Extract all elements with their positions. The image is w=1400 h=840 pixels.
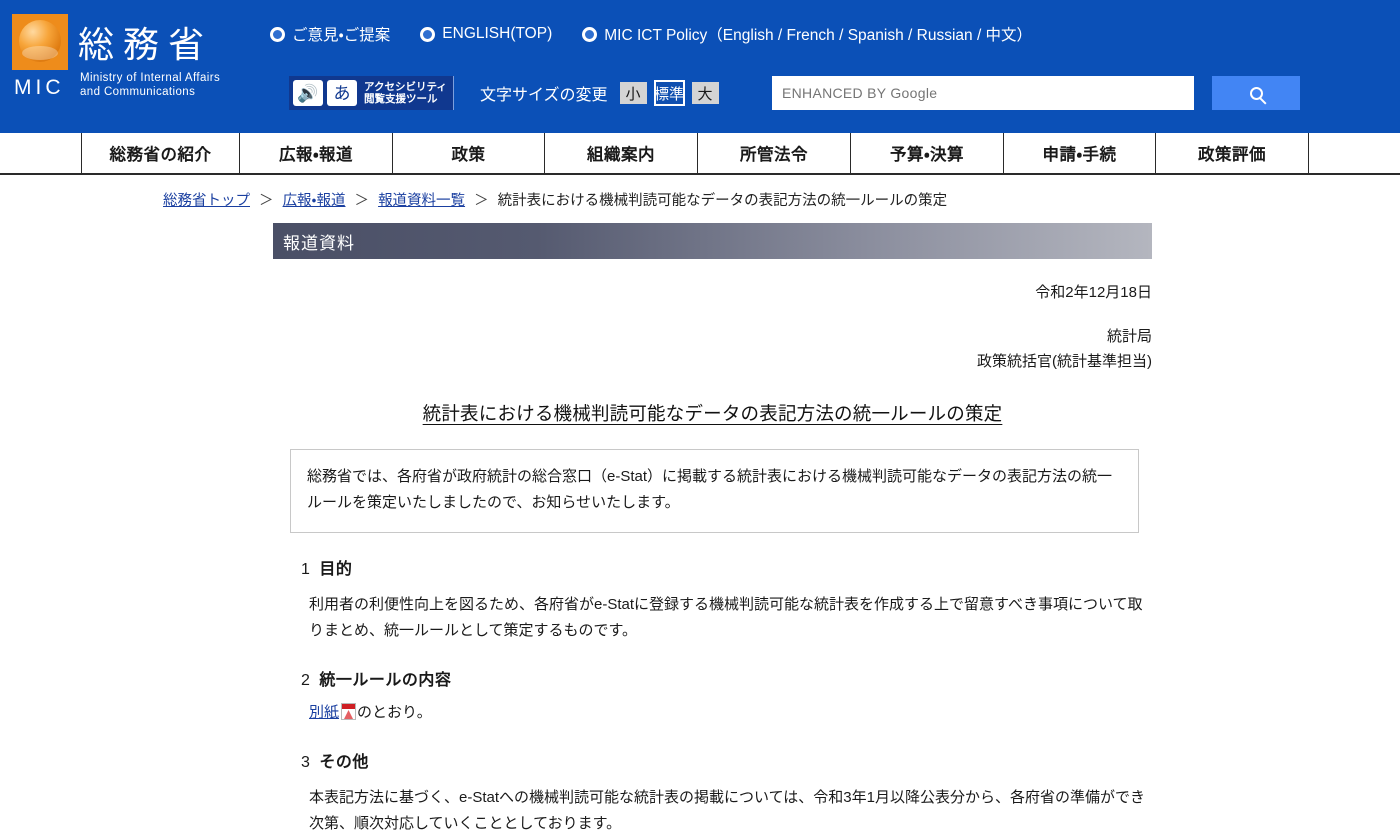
bullet-icon: [582, 26, 598, 42]
header-top-links: ご意見・ご提案 ENGLISH(TOP) MIC ICT Policy（Engl…: [270, 18, 1062, 50]
global-navigation: 総務省の紹介 広報・報道 政策 組織案内 所管法令 予算・決算 申請・手続 政策…: [0, 133, 1400, 175]
page-title-text: 統計表における機械判読可能なデータの表記方法の統一ルールの策定: [422, 403, 1003, 424]
breadcrumb-item-press-list[interactable]: 報道資料一覧: [378, 193, 465, 209]
breadcrumb-item-top[interactable]: 総務省トップ: [163, 193, 250, 209]
issuer-officer: 政策統括官(統計基準担当): [977, 353, 1152, 370]
section-heading-1: 1 目的: [301, 555, 1400, 579]
top-link-opinions[interactable]: ご意見・ご提案: [270, 23, 390, 45]
nav-item-laws[interactable]: 所管法令: [697, 133, 850, 173]
site-header: MIC 総務省 Ministry of Internal Affairs and…: [0, 0, 1400, 133]
breadcrumb-separator: ＞: [259, 193, 274, 209]
accessibility-tool-label: アクセシビリティ 閲覧支援ツール: [361, 81, 447, 105]
site-search: [772, 76, 1300, 110]
breadcrumb-item-press[interactable]: 広報・報道: [283, 193, 346, 209]
section-number-3: 3: [301, 754, 311, 771]
section-heading-3: 3 その他: [301, 748, 1400, 772]
search-button[interactable]: [1212, 76, 1300, 110]
site-logo[interactable]: MIC 総務省 Ministry of Internal Affairs and…: [10, 14, 235, 106]
logo-ministry-jp: 総務省: [78, 24, 214, 65]
nav-item-evaluation[interactable]: 政策評価: [1155, 133, 1308, 173]
breadcrumb: 総務省トップ ＞ 広報・報道 ＞ 報道資料一覧 ＞ 統計表における機械判読可能な…: [0, 175, 1400, 210]
issuer-bureau: 統計局: [1106, 328, 1152, 345]
top-link-ict-policy[interactable]: MIC ICT Policy（English / French / Spanis…: [582, 23, 1032, 45]
search-icon: [1249, 86, 1263, 100]
logo-ministry-en-line1: Ministry of Internal Affairs: [80, 72, 221, 84]
section-body-1: 利用者の利便性向上を図るため、各府省がe-Statに登録する機械判読可能な統計表…: [309, 596, 1143, 639]
font-size-large-button[interactable]: 大: [689, 80, 721, 106]
nav-item-budget[interactable]: 予算・決算: [850, 133, 1003, 173]
section-heading-2: 2 統一ルールの内容: [301, 666, 1400, 690]
section-body-2: 別紙 のとおり。: [309, 700, 1154, 726]
top-link-english-label: ENGLISH(TOP): [442, 25, 553, 42]
nav-right-spacer: [1308, 133, 1400, 173]
sphere-glyph: [19, 20, 61, 62]
search-input[interactable]: [772, 76, 1194, 110]
section-title-1: 目的: [319, 561, 353, 578]
mic-sphere-logo-icon: [12, 14, 68, 70]
logo-ministry-en-line2: and Communications: [80, 85, 196, 98]
nav-item-organization[interactable]: 組織案内: [544, 133, 697, 173]
section-body-3: 本表記方法に基づく、e-Statへの機械判読可能な統計表の掲載については、令和3…: [309, 789, 1145, 832]
font-size-small-button[interactable]: 小: [617, 80, 649, 106]
font-size-standard-button[interactable]: 標準: [653, 80, 685, 106]
logo-ministry-en: Ministry of Internal Affairs and Communi…: [80, 72, 220, 99]
page-title: 統計表における機械判読可能なデータの表記方法の統一ルールの策定: [273, 400, 1152, 426]
top-link-opinions-label: ご意見・ご提案: [292, 27, 391, 44]
nav-item-about[interactable]: 総務省の紹介: [81, 133, 239, 173]
section-number-1: 1: [301, 561, 311, 578]
bullet-icon: [420, 26, 436, 42]
section-body-2-trailing-text: のとおり。: [357, 704, 432, 721]
pdf-icon: [341, 703, 357, 720]
nav-item-procedures[interactable]: 申請・手続: [1003, 133, 1155, 173]
section-banner: 報道資料: [273, 223, 1152, 259]
kana-a-icon: あ: [327, 80, 357, 106]
speaker-icon: 🔊: [293, 80, 323, 106]
logo-abbr: MIC: [14, 76, 65, 99]
bullet-icon: [270, 26, 285, 42]
breadcrumb-separator: ＞: [474, 193, 489, 209]
accessibility-label-line1: アクセシビリティ: [364, 81, 447, 93]
section-title-2: 統一ルールの内容: [319, 672, 452, 689]
breadcrumb-item-current: 統計表における機械判読可能なデータの表記方法の統一ルールの策定: [497, 193, 948, 209]
top-link-ict-policy-label: MIC ICT Policy（English / French / Spanis…: [604, 27, 1033, 44]
breadcrumb-separator: ＞: [354, 193, 370, 209]
top-link-english[interactable]: ENGLISH(TOP): [420, 25, 552, 43]
font-size-label: 文字サイズの変更: [480, 87, 608, 104]
nav-item-policy[interactable]: 政策: [392, 133, 544, 173]
nav-item-press[interactable]: 広報・報道: [239, 133, 392, 173]
section-number-2: 2: [301, 672, 311, 689]
attachment-pdf-link[interactable]: 別紙: [309, 704, 339, 721]
nav-left-spacer: [0, 133, 81, 173]
document-meta: 令和2年12月18日 統計局 政策統括官(統計基準担当): [273, 281, 1152, 371]
publish-date: 令和2年12月18日: [1035, 284, 1152, 301]
section-banner-label: 報道資料: [283, 233, 355, 253]
accessibility-label-line2: 閲覧支援ツール: [364, 93, 438, 105]
section-title-3: その他: [319, 754, 369, 771]
font-size-controls: 文字サイズの変更 小 標準 大: [480, 80, 726, 106]
summary-box: 総務省では、各府省が政府統計の総合窓口（e-Stat）に掲載する統計表における機…: [290, 449, 1139, 533]
accessibility-tool-button[interactable]: 🔊 あ アクセシビリティ 閲覧支援ツール: [289, 76, 454, 110]
page-content: 総務省トップ ＞ 広報・報道 ＞ 報道資料一覧 ＞ 統計表における機械判読可能な…: [0, 175, 1400, 837]
